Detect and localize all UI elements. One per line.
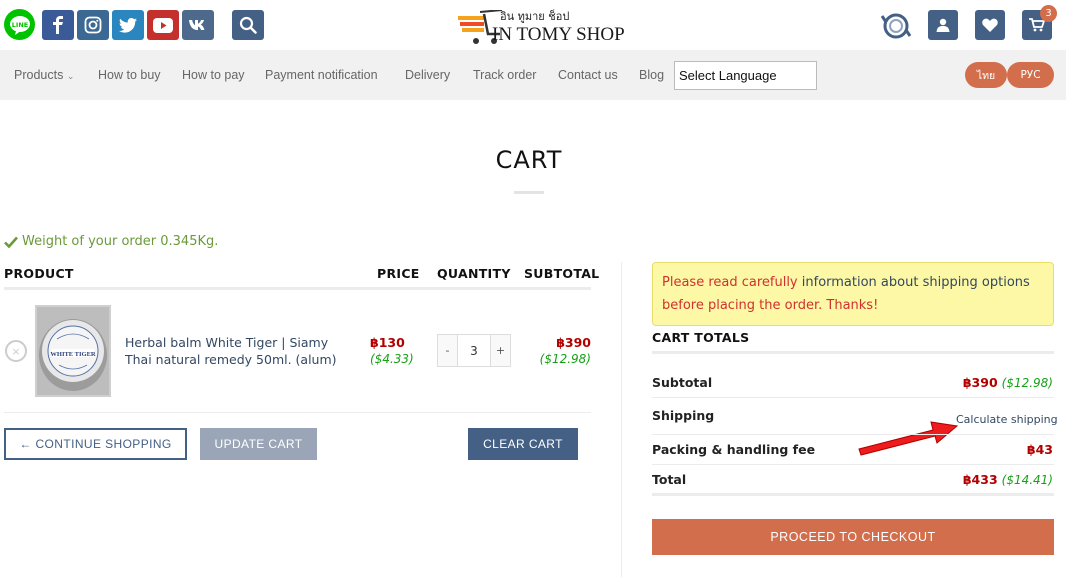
header-quantity: QUANTITY: [437, 266, 511, 281]
proceed-to-checkout-button[interactable]: PROCEED TO CHECKOUT: [652, 519, 1054, 555]
site-header: LINE อิน ทูมาย ช็อป IN TOMY SHOP 3: [0, 0, 1066, 50]
nav-item-track-order[interactable]: Track order: [473, 68, 536, 82]
header-product: PRODUCT: [4, 266, 74, 281]
header-price: PRICE: [377, 266, 420, 281]
nav-item-payment-notification[interactable]: Payment notification: [265, 68, 378, 82]
cart-count-badge: 3: [1040, 5, 1057, 22]
title-divider: [514, 191, 544, 194]
subtotal-label: Subtotal: [652, 375, 713, 390]
nav-item-products[interactable]: Products ⌄: [14, 68, 74, 82]
heart-icon: [982, 18, 998, 32]
continue-shopping-button[interactable]: ← CONTINUE SHOPPING: [4, 428, 187, 460]
table-header-divider: [4, 287, 591, 290]
total-label: Total: [652, 472, 687, 487]
compare-icon[interactable]: [880, 10, 912, 42]
line-subtotal-thb: ฿390: [556, 335, 591, 350]
subtotal-value: ฿390 ($12.98): [962, 375, 1053, 390]
column-divider: [621, 262, 622, 577]
calculate-shipping-link[interactable]: Calculate shipping: [956, 413, 1058, 426]
shipping-info-link[interactable]: information about shipping options: [802, 275, 1030, 290]
search-icon[interactable]: [232, 10, 264, 40]
svg-text:LINE: LINE: [11, 21, 27, 29]
lang-thai-button[interactable]: ไทย: [965, 62, 1007, 88]
chevron-down-icon: ⌄: [66, 71, 75, 81]
logo-main-text: IN TOMY SHOP: [492, 24, 625, 45]
packing-label: Packing & handling fee: [652, 442, 816, 457]
unit-price-usd: ($4.33): [370, 352, 414, 366]
language-select[interactable]: Select Language: [674, 61, 817, 90]
product-name-link[interactable]: Herbal balm White Tiger | Siamy Thai nat…: [125, 334, 355, 368]
product-thumbnail[interactable]: WHITE TIGER: [35, 305, 111, 397]
red-arrow-annotation: [855, 417, 959, 457]
unit-price: ฿130 ($4.33): [370, 334, 418, 368]
update-cart-button[interactable]: UPDATE CART: [200, 428, 317, 460]
unit-price-thb: ฿130: [370, 335, 405, 350]
clear-cart-button[interactable]: CLEAR CART: [468, 428, 578, 460]
nav-item-how-to-pay[interactable]: How to pay: [182, 68, 245, 82]
qty-minus-button[interactable]: -: [437, 334, 458, 367]
qty-plus-button[interactable]: +: [490, 334, 511, 367]
shipping-notice: Please read carefully information about …: [652, 262, 1054, 326]
quantity-input[interactable]: 3: [458, 334, 490, 367]
account-button[interactable]: [928, 10, 958, 40]
instagram-icon[interactable]: [77, 10, 109, 40]
line-subtotal-usd: ($12.98): [539, 352, 591, 366]
nav-item-how-to-buy[interactable]: How to buy: [98, 68, 161, 82]
totals-row-divider: [652, 464, 1054, 465]
logo-thai-text: อิน ทูมาย ช็อป: [500, 10, 570, 23]
totals-bottom-divider: [652, 493, 1054, 496]
weight-notice: Weight of your order 0.345Kg.: [4, 234, 218, 249]
nav-item-contact-us[interactable]: Contact us: [558, 68, 618, 82]
line-icon[interactable]: LINE: [4, 9, 35, 40]
twitter-icon[interactable]: [112, 10, 144, 40]
shipping-label: Shipping: [652, 408, 715, 423]
line-subtotal: ฿390 ($12.98): [520, 334, 591, 368]
user-icon: [936, 18, 950, 32]
vk-icon[interactable]: [182, 10, 214, 40]
totals-row-divider: [652, 434, 1054, 435]
wishlist-button[interactable]: [975, 10, 1005, 40]
main-nav: Products ⌄ How to buy How to pay Payment…: [0, 50, 1066, 100]
totals-divider: [652, 351, 1054, 354]
totals-row-divider: [652, 397, 1054, 398]
header-subtotal: SUBTOTAL: [524, 266, 600, 281]
nav-item-blog[interactable]: Blog: [639, 68, 664, 82]
thumb-label: WHITE TIGER: [50, 351, 96, 358]
lang-russian-button[interactable]: РУС: [1007, 62, 1054, 88]
row-divider: [4, 412, 591, 413]
nav-item-delivery[interactable]: Delivery: [405, 68, 450, 82]
check-icon: [4, 236, 18, 248]
youtube-icon[interactable]: [147, 10, 179, 40]
total-value: ฿433 ($14.41): [962, 472, 1053, 487]
quantity-stepper: - 3 +: [437, 334, 511, 367]
site-logo[interactable]: อิน ทูมาย ช็อป IN TOMY SHOP: [456, 4, 625, 46]
facebook-icon[interactable]: [42, 10, 74, 40]
remove-item-button[interactable]: ×: [5, 340, 27, 362]
cart-totals-title: CART TOTALS: [652, 330, 750, 345]
packing-value: ฿43: [1026, 442, 1053, 457]
page-title: CART: [495, 146, 563, 174]
